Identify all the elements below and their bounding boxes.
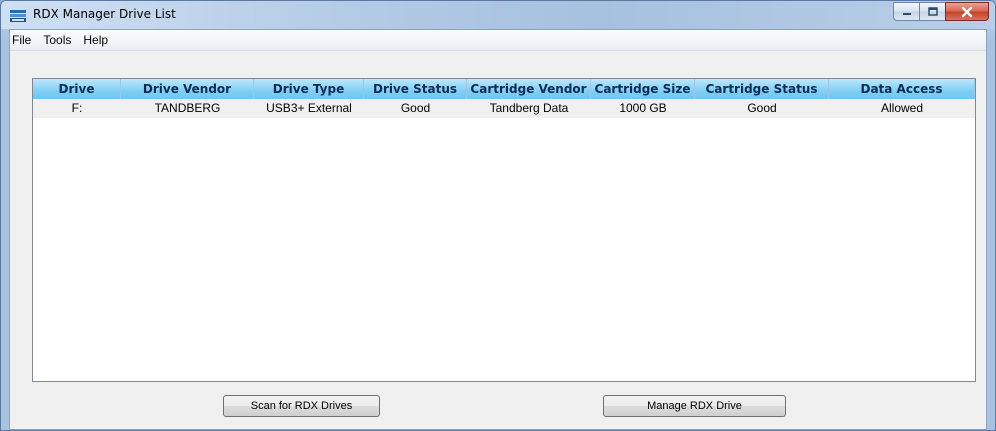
maximize-icon bbox=[927, 6, 938, 16]
cell-drive: F: bbox=[71, 101, 83, 115]
list-header: Drive Drive Vendor Drive Type Drive Stat… bbox=[33, 79, 975, 100]
cell-drive-status: Good bbox=[400, 101, 431, 115]
app-window: RDX Manager Drive List File Tools Help D… bbox=[0, 0, 996, 431]
client-area: File Tools Help Drive Drive Vendor Drive… bbox=[9, 29, 987, 430]
column-header-drive[interactable]: Drive bbox=[33, 79, 121, 99]
column-header-cartridge-status[interactable]: Cartridge Status bbox=[695, 79, 829, 99]
table-row[interactable]: F: TANDBERG USB3+ External Good Tandberg… bbox=[33, 99, 975, 118]
cell-drive-type: USB3+ External bbox=[266, 101, 352, 115]
column-header-cartridge-vendor[interactable]: Cartridge Vendor bbox=[467, 79, 591, 99]
cell-data-access: Allowed bbox=[880, 101, 924, 115]
manage-drive-button[interactable]: Manage RDX Drive bbox=[603, 395, 786, 417]
menu-file[interactable]: File bbox=[10, 33, 37, 47]
cell-drive-vendor: TANDBERG bbox=[154, 101, 221, 115]
minimize-icon bbox=[902, 12, 911, 15]
cell-cartridge-size: 1000 GB bbox=[619, 101, 667, 115]
menu-help[interactable]: Help bbox=[77, 33, 114, 47]
menu-bar: File Tools Help bbox=[10, 30, 986, 51]
column-header-data-access[interactable]: Data Access bbox=[829, 79, 975, 99]
column-header-drive-vendor[interactable]: Drive Vendor bbox=[121, 79, 254, 99]
caption-buttons bbox=[893, 2, 989, 22]
close-button[interactable] bbox=[945, 2, 989, 21]
drive-list[interactable]: Drive Drive Vendor Drive Type Drive Stat… bbox=[32, 78, 976, 382]
scan-drives-button[interactable]: Scan for RDX Drives bbox=[223, 395, 380, 417]
title-bar[interactable]: RDX Manager Drive List bbox=[1, 1, 995, 29]
column-header-drive-type[interactable]: Drive Type bbox=[254, 79, 364, 99]
minimize-button[interactable] bbox=[893, 2, 919, 21]
column-header-cartridge-size[interactable]: Cartridge Size bbox=[591, 79, 695, 99]
cell-cartridge-status: Good bbox=[747, 101, 777, 115]
close-icon bbox=[961, 6, 973, 17]
rdx-app-icon bbox=[9, 8, 27, 24]
window-title: RDX Manager Drive List bbox=[33, 7, 176, 21]
cell-cartridge-vendor: Tandberg Data bbox=[489, 101, 569, 115]
column-header-drive-status[interactable]: Drive Status bbox=[364, 79, 467, 99]
maximize-button[interactable] bbox=[919, 2, 945, 21]
menu-tools[interactable]: Tools bbox=[37, 33, 77, 47]
